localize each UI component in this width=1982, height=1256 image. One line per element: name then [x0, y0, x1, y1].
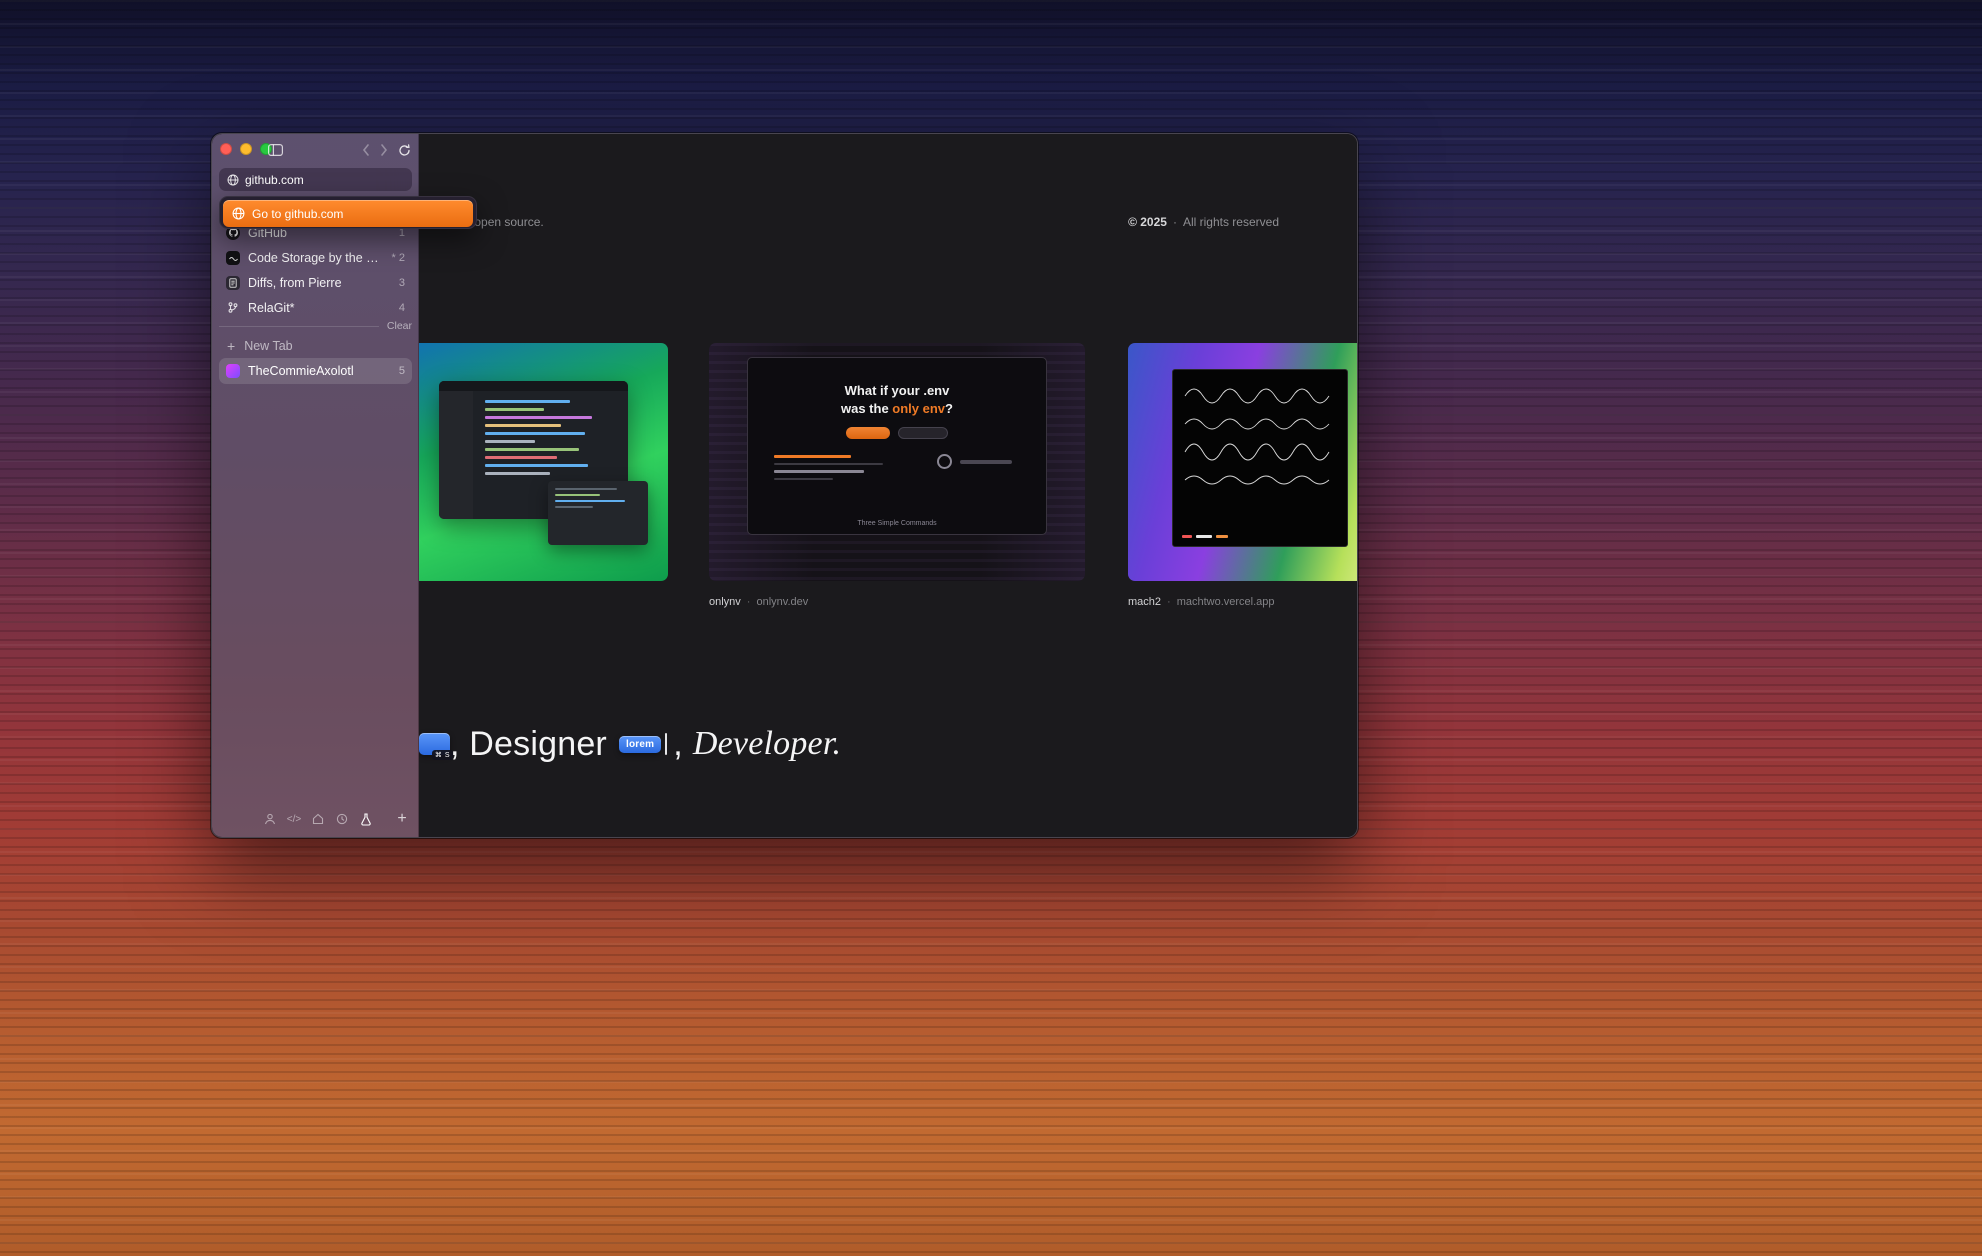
git-branch-icon: [226, 301, 240, 315]
url-suggestion-dropdown: Go to github.com: [219, 196, 477, 229]
new-tab-label: New Tab: [244, 339, 292, 353]
onlynv-footnote: Three Simple Commands: [748, 520, 1046, 527]
pierre-icon: [226, 251, 240, 265]
hero-heading: ⌘ S , Designer lorem , Developer.: [419, 722, 841, 766]
clear-button[interactable]: Clear: [387, 320, 412, 332]
page-content: of open source. © 2025 · All rights rese…: [419, 134, 1357, 837]
project-name: mach2: [1128, 596, 1161, 608]
cta-secondary-button[interactable]: [898, 427, 948, 439]
tab-code-storage[interactable]: Code Storage by the Pierre Compute... * …: [219, 245, 412, 270]
close-button[interactable]: [220, 143, 232, 155]
copyright-text: © 2025 · All rights reserved: [1128, 215, 1279, 229]
tab-badge: 3: [399, 277, 405, 289]
hero-text-designer: , Designer: [450, 725, 607, 764]
axolotl-avatar-icon: [226, 364, 240, 378]
plus-icon: +: [227, 339, 235, 353]
mach2-screenshot: [1172, 369, 1348, 547]
tab-thecommieaxolotl[interactable]: TheCommieAxolotl 5: [219, 358, 412, 384]
tab-badge: 4: [399, 302, 405, 314]
caption-separator: ·: [747, 596, 751, 608]
copyright-sep: ·: [1173, 215, 1177, 229]
url-text: github.com: [245, 173, 304, 187]
waveform-graphic: [1181, 378, 1341, 508]
window-controls: [220, 143, 272, 155]
cta-primary-button[interactable]: [846, 427, 890, 439]
tab-label: Diffs, from Pierre: [248, 276, 391, 290]
code-icon[interactable]: </>: [286, 811, 302, 827]
back-icon[interactable]: [358, 143, 374, 157]
divider: [219, 326, 379, 327]
shortcut-key-label: ⌘ S: [432, 750, 453, 760]
home-icon[interactable]: [310, 811, 326, 827]
editor-popup-thumbnail: [548, 481, 648, 545]
tab-list: GitHub 1 Code Storage by the Pierre Comp…: [219, 220, 412, 320]
tab-label: RelaGit*: [248, 301, 391, 315]
project-name: onlynv: [709, 596, 741, 608]
tab-relagit[interactable]: RelaGit* 4: [219, 295, 412, 320]
copyright-year: © 2025: [1128, 215, 1167, 229]
clear-tabs-row: Clear: [219, 320, 412, 332]
flask-icon[interactable]: [358, 811, 374, 827]
history-icon[interactable]: [334, 811, 350, 827]
progress-mock: [937, 454, 1012, 469]
onlynv-headline: What if your .env was the only env?: [748, 382, 1046, 417]
forward-icon[interactable]: [376, 143, 392, 157]
onlynv-screenshot: What if your .env was the only env? Thre…: [747, 357, 1047, 535]
tab-diffs[interactable]: Diffs, from Pierre 3: [219, 270, 412, 295]
caption-mach2: mach2 · machtwo.vercel.app: [1128, 596, 1275, 608]
globe-icon: [232, 207, 245, 220]
sidebar-toggle-icon[interactable]: [268, 144, 283, 156]
refresh-icon[interactable]: [396, 143, 412, 157]
url-input[interactable]: github.com: [219, 168, 412, 191]
project-card-mach2[interactable]: [1128, 343, 1357, 581]
suggestion-label: Go to github.com: [252, 207, 343, 221]
rights-text: All rights reserved: [1183, 215, 1279, 229]
tab-label: Code Storage by the Pierre Compute...: [248, 251, 384, 265]
tab-label: TheCommieAxolotl: [248, 364, 391, 378]
sidebar-footer: </> +: [212, 811, 419, 829]
add-space-icon[interactable]: +: [394, 811, 410, 827]
project-domain: onlynv.dev: [756, 596, 808, 608]
mach2-statusline: [1182, 535, 1228, 538]
sidebar: github.com GitHub 1 Code Storage by the …: [212, 134, 419, 837]
new-tab-button[interactable]: + New Tab: [219, 333, 412, 358]
shortcut-badge: ⌘ S: [419, 733, 450, 755]
text-cursor: [665, 733, 667, 755]
caption-onlynv: onlynv · onlynv.dev: [709, 596, 808, 608]
terminal-mock: [774, 450, 914, 485]
document-icon: [226, 276, 240, 290]
tab-badge: * 2: [392, 252, 405, 264]
tab-badge: 5: [399, 365, 405, 377]
go-to-suggestion[interactable]: Go to github.com: [223, 200, 473, 227]
globe-icon: [227, 174, 239, 186]
profile-icon[interactable]: [262, 811, 278, 827]
lorem-badge: lorem: [619, 736, 661, 753]
project-domain: machtwo.vercel.app: [1177, 596, 1275, 608]
hero-comma: ,: [673, 725, 683, 764]
project-card-onlynv[interactable]: What if your .env was the only env? Thre…: [709, 343, 1085, 581]
caption-separator: ·: [1167, 596, 1171, 608]
onlynv-cta-row: [748, 427, 1046, 439]
hero-text-developer: Developer.: [693, 725, 841, 763]
project-card-editor[interactable]: [419, 343, 668, 581]
minimize-button[interactable]: [240, 143, 252, 155]
browser-window: github.com GitHub 1 Code Storage by the …: [211, 133, 1358, 838]
